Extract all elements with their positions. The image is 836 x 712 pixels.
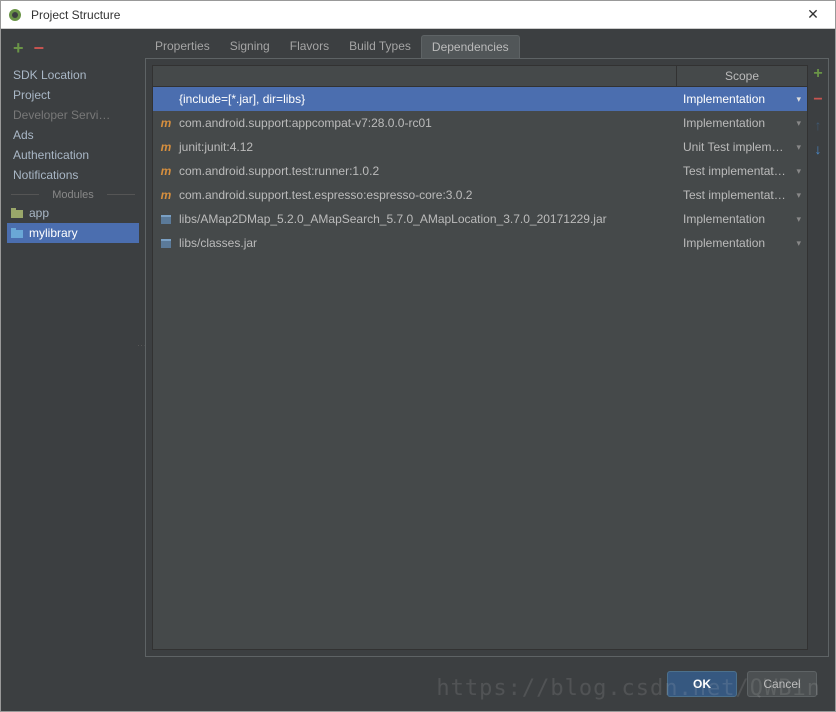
dropdown-caret-icon: ▾ [796,118,801,129]
scope-value: Implementation [683,212,765,226]
sidebar-add-button[interactable]: + [13,39,24,57]
sidebar-item[interactable]: Notifications [7,165,139,185]
scope-cell[interactable]: Implementation ▾ [677,212,807,226]
table-row[interactable]: m junit:junit:4.12 Unit Test implem… ▾ [153,135,807,159]
scope-cell[interactable]: Implementation ▾ [677,236,807,250]
table-row[interactable]: m com.android.support.test:runner:1.0.2 Te… [153,159,807,183]
scope-value: Test implementat… [683,188,786,202]
content-area: PropertiesSigningFlavorsBuild TypesDepen… [145,35,829,657]
dependency-name: libs/classes.jar [179,236,257,250]
dialog-footer: OK Cancel [1,657,835,711]
dropdown-caret-icon: ▾ [796,190,801,201]
scope-cell[interactable]: Unit Test implem… ▾ [677,140,807,154]
dropdown-caret-icon: ▾ [796,142,801,153]
dialog-body: + − SDK LocationProjectDeveloper Servi…A… [1,29,835,711]
jar-icon [159,213,173,225]
scope-value: Implementation [683,116,765,130]
tab-bar: PropertiesSigningFlavorsBuild TypesDepen… [145,35,829,58]
maven-icon: m [159,164,173,178]
modules-label: Modules [52,189,94,201]
sidebar-item[interactable]: Developer Servi… [7,105,139,125]
maven-icon: m [159,140,173,154]
dependency-name: com.android.support.test:runner:1.0.2 [179,164,379,178]
scope-value: Implementation [683,236,765,250]
dependency-name: com.android.support.test.espresso:espres… [179,188,472,202]
sidebar-item[interactable]: Authentication [7,145,139,165]
dropdown-caret-icon: ▾ [796,214,801,225]
dropdown-caret-icon: ▾ [796,94,801,105]
app-icon [7,7,23,23]
dependency-name: libs/AMap2DMap_5.2.0_AMapSearch_5.7.0_AM… [179,212,607,226]
scope-cell[interactable]: Implementation ▾ [677,92,807,106]
add-dependency-button[interactable]: + [813,65,822,83]
module-item[interactable]: app [7,203,139,223]
cancel-button[interactable]: Cancel [747,671,817,697]
scope-value: Implementation [683,92,765,106]
window-title: Project Structure [31,8,797,22]
tab[interactable]: Build Types [339,35,421,58]
column-header-name[interactable] [153,66,677,86]
move-down-button[interactable]: ↓ [815,141,822,157]
dependency-name: junit:junit:4.12 [179,140,253,154]
close-button[interactable]: ✕ [797,3,829,27]
dropdown-caret-icon: ▾ [796,166,801,177]
table-side-actions: + − ↑ ↓ [808,59,828,656]
tab[interactable]: Flavors [280,35,339,58]
dialog-window: Project Structure ✕ + − SDK LocationProj… [0,0,836,712]
sidebar-item[interactable]: Project [7,85,139,105]
module-label: mylibrary [29,226,78,240]
dependencies-panel: Scope {include=[*.jar], dir=libs} Impleme… [145,58,829,657]
sidebar-item[interactable]: Ads [7,125,139,145]
dropdown-caret-icon: ▾ [796,238,801,249]
dependency-name: {include=[*.jar], dir=libs} [179,92,305,106]
jar-icon [159,237,173,249]
maven-icon: m [159,188,173,202]
table-row[interactable]: libs/AMap2DMap_5.2.0_AMapSearch_5.7.0_AM… [153,207,807,231]
titlebar: Project Structure ✕ [1,1,835,29]
column-header-scope[interactable]: Scope [677,66,807,86]
scope-value: Unit Test implem… [683,140,783,154]
remove-dependency-button[interactable]: − [813,91,822,109]
tab[interactable]: Properties [145,35,220,58]
maven-icon: m [159,116,173,130]
move-up-button[interactable]: ↑ [815,117,822,133]
dependencies-table: Scope {include=[*.jar], dir=libs} Impleme… [152,65,808,650]
tab[interactable]: Dependencies [421,35,520,58]
modules-separator: Modules [7,185,139,203]
scope-cell[interactable]: Test implementat… ▾ [677,188,807,202]
tab[interactable]: Signing [220,35,280,58]
table-row[interactable]: libs/classes.jar Implementation ▾ [153,231,807,255]
module-icon [11,228,25,238]
dependency-name: com.android.support:appcompat-v7:28.0.0-… [179,116,432,130]
scope-cell[interactable]: Test implementat… ▾ [677,164,807,178]
scope-value: Test implementat… [683,164,786,178]
table-row[interactable]: m com.android.support:appcompat-v7:28.0.0… [153,111,807,135]
module-icon [11,208,25,218]
table-row[interactable]: {include=[*.jar], dir=libs} Implementatio… [153,87,807,111]
scope-cell[interactable]: Implementation ▾ [677,116,807,130]
module-item[interactable]: mylibrary [7,223,139,243]
table-row[interactable]: m com.android.support.test.espresso:espre… [153,183,807,207]
module-label: app [29,206,49,220]
sidebar-item[interactable]: SDK Location [7,65,139,85]
sidebar: + − SDK LocationProjectDeveloper Servi…A… [7,35,139,657]
ok-button[interactable]: OK [667,671,737,697]
sidebar-remove-button[interactable]: − [34,39,45,57]
